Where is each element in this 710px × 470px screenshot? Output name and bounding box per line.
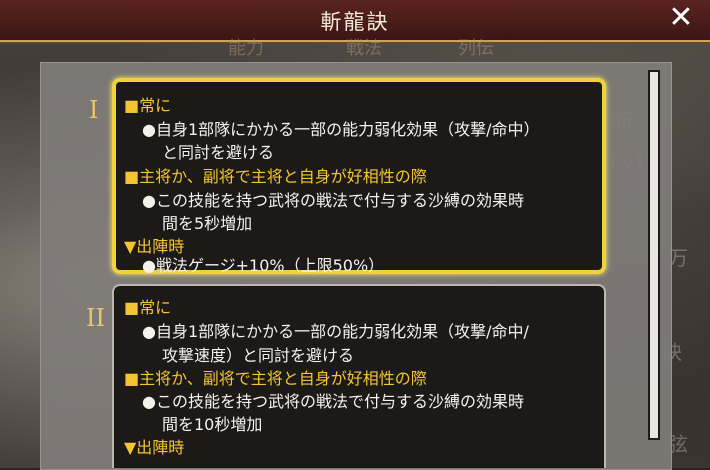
section-header: ■主将か、副将で主将と自身が好相性の際 xyxy=(124,167,427,186)
scrollbar-thumb[interactable] xyxy=(650,72,658,438)
effect-line: 攻撃速度）と同討を避ける xyxy=(162,346,355,365)
level-numeral: I xyxy=(89,96,99,124)
close-icon[interactable]: ✕ xyxy=(666,3,696,34)
skill-level-card-selected[interactable]: ■常に ●自身1部隊にかかる一部の能力弱化効果（攻撃/命中） と同討を避ける ■… xyxy=(112,78,606,275)
effect-line: ●戦法ゲージ+10%（上限50%） xyxy=(142,256,385,275)
effect-line: 間を10秒増加 xyxy=(162,415,263,434)
effect-line: ●この技能を持つ武将の戦法で付与する沙縛の効果時 xyxy=(142,392,524,411)
skill-level-card[interactable]: ■常に ●自身1部隊にかかる一部の能力弱化効果（攻撃/命中/ 攻撃速度）と同討を… xyxy=(112,284,606,468)
section-header: ■常に xyxy=(124,298,172,317)
level-numeral: II xyxy=(86,304,105,332)
section-header: ■常に xyxy=(124,96,172,115)
window-title: 斬龍訣 xyxy=(320,10,390,34)
effect-line: ●この技能を持つ武将の戦法で付与する沙縛の効果時 xyxy=(142,191,524,210)
effect-line: 間を5秒増加 xyxy=(162,214,253,233)
section-header: ▼出陣時 xyxy=(124,438,185,457)
background-tabs: 能力 戦法 列伝 xyxy=(0,38,710,60)
effect-line: ●自身1部隊にかかる一部の能力弱化効果（攻撃/命中/ xyxy=(142,322,529,341)
background-tab: 能力 xyxy=(228,38,264,59)
background-tab: 戦法 xyxy=(346,38,382,59)
section-header: ■主将か、副将で主将と自身が好相性の際 xyxy=(124,369,427,388)
effect-line: と同討を避ける xyxy=(162,143,275,162)
background-tab: 列伝 xyxy=(458,38,494,59)
effect-line: ●自身1部隊にかかる一部の能力弱化効果（攻撃/命中） xyxy=(142,120,540,139)
